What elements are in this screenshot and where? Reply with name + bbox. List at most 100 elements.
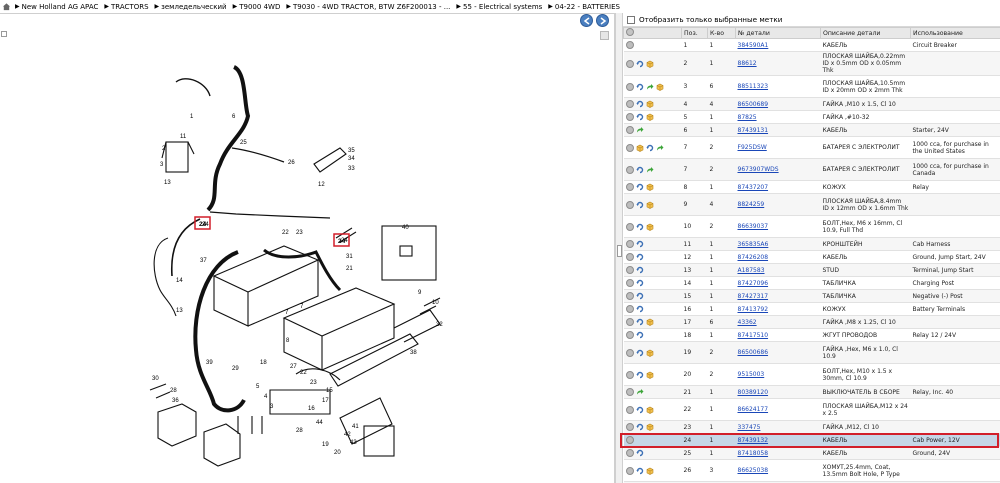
table-row[interactable]: 21 1 80389120 ВЫКЛЮЧАТЕЛЬ В СБОРЕ Relay, Inc… — [623, 385, 1000, 399]
select-part-icon[interactable] — [625, 41, 634, 49]
select-part-icon[interactable] — [625, 331, 634, 339]
part-number-link[interactable]: 80389120 — [738, 389, 769, 396]
table-row[interactable]: 22 1 86624177 ПЛОСКАЯ ШАЙБА,M12 x 24 x 2.5 — [623, 398, 1000, 421]
next-page-button[interactable] — [596, 14, 609, 27]
package-icon[interactable] — [646, 318, 654, 326]
diagram-callout-label[interactable]: 35 — [348, 148, 355, 154]
replacement-arrow-icon[interactable] — [636, 166, 644, 174]
diagram-scroll-button[interactable] — [600, 31, 609, 40]
breadcrumb-item[interactable]: ▶ TRACTORS — [104, 3, 148, 11]
select-part-icon[interactable] — [625, 59, 634, 68]
part-number-link[interactable]: 86500689 — [738, 101, 769, 108]
diagram-callout-label[interactable]: 41 — [352, 424, 359, 430]
table-row[interactable]: 11 1 365835A6 КРОНШТЕЙН Cab Harness — [623, 237, 1000, 251]
package-icon[interactable] — [646, 113, 654, 121]
package-icon[interactable] — [646, 223, 654, 231]
select-part-icon[interactable] — [625, 82, 634, 91]
select-part-icon[interactable] — [625, 240, 634, 248]
header-usage[interactable]: Использование — [910, 27, 1000, 39]
replacement-arrow-icon[interactable] — [636, 60, 644, 68]
select-part-icon[interactable] — [625, 348, 634, 357]
replacement-arrow-icon[interactable] — [636, 292, 644, 300]
package-icon[interactable] — [646, 349, 654, 357]
part-number-link[interactable]: 337475 — [738, 424, 761, 431]
alternative-arrow-icon[interactable] — [656, 144, 664, 152]
select-part-icon[interactable] — [625, 292, 634, 300]
diagram-callout-label[interactable]: 30 — [152, 376, 159, 382]
table-row[interactable]: 26 3 86625038 ХОМУТ,25.4mm, Coat, 13.5mm Bo… — [623, 459, 1000, 482]
table-row[interactable]: 14 1 87427096 ТАБЛИЧКА Charging Post — [623, 276, 1000, 290]
diagram-callout-label[interactable]: 27 — [290, 364, 297, 370]
part-number-link[interactable]: 87439132 — [738, 437, 769, 444]
replacement-arrow-icon[interactable] — [636, 406, 644, 414]
replacement-arrow-icon[interactable] — [636, 423, 644, 431]
table-row[interactable]: 4 4 86500689 ГАЙКА ,M10 x 1.5, Cl 10 — [623, 97, 1000, 111]
diagram-callout-label[interactable]: 14 — [176, 278, 183, 284]
replacement-arrow-icon[interactable] — [636, 349, 644, 357]
replacement-arrow-icon[interactable] — [636, 113, 644, 121]
table-row[interactable]: 23 1 337475 ГАЙКА ,M12, Cl 10 — [623, 420, 1000, 434]
package-icon[interactable] — [646, 467, 654, 475]
diagram-callout-label[interactable]: 31 — [346, 254, 353, 260]
table-row[interactable]: 2 1 88612 ПЛОСКАЯ ШАЙБА,0.22mm ID x 0.5mm O… — [623, 51, 1000, 76]
diagram-callout-label[interactable]: 7 — [285, 310, 289, 316]
breadcrumb-item[interactable]: ▶ T9000 4WD — [233, 3, 281, 11]
table-row[interactable]: 5 1 87825 ГАЙКА ,#10-32 — [623, 110, 1000, 124]
select-part-icon[interactable] — [625, 183, 634, 191]
table-row[interactable]: 8 1 87437207 КОЖУХ Relay — [623, 180, 1000, 194]
package-icon[interactable] — [646, 201, 654, 209]
diagram-callout-label[interactable]: 3 — [160, 162, 164, 168]
replacement-arrow-icon[interactable] — [636, 201, 644, 209]
diagram-callout-label[interactable]: 23 — [296, 230, 303, 236]
diagram-callout-label[interactable]: 6 — [232, 114, 236, 120]
table-row[interactable]: 13 1 A187583 STUD Terminal, Jump Start — [623, 263, 1000, 277]
diagram-callout-label[interactable]: 39 — [206, 360, 213, 366]
select-part-icon[interactable] — [625, 165, 634, 174]
table-row[interactable]: 20 2 9515003 БОЛТ,Hex, M10 x 1.5 x 30mm, Cl… — [623, 363, 1000, 386]
part-number-link[interactable]: 87413792 — [738, 306, 769, 313]
select-all-icon[interactable] — [626, 28, 634, 36]
diagram-callout-label[interactable]: 11 — [180, 134, 187, 140]
replacement-arrow-icon[interactable] — [636, 331, 644, 339]
part-number-link[interactable]: 86500686 — [738, 349, 769, 356]
part-number-link[interactable]: 8824259 — [738, 201, 765, 208]
diagram-callout-label[interactable]: 40 — [402, 225, 409, 231]
replacement-arrow-icon[interactable] — [636, 100, 644, 108]
part-number-link[interactable]: 87426208 — [738, 254, 769, 261]
alternative-arrow-icon[interactable] — [636, 388, 644, 396]
diagram-callout-label[interactable]: 7 — [300, 304, 304, 310]
table-row[interactable]: 7 2 9673907WDS БАТАРЕЯ С ЭЛЕКТРОЛИТ 1000 cca… — [623, 158, 1000, 181]
diagram-callout-label[interactable]: 32 — [436, 322, 443, 328]
diagram-callout-label[interactable]: 33 — [348, 166, 355, 172]
table-row[interactable]: 12 1 87426208 КАБЕЛЬ Ground, Jump Start, 24V — [623, 250, 1000, 264]
diagram-callout-label[interactable]: 29 — [232, 366, 239, 372]
table-row[interactable]: 25 1 87418058 КАБЕЛЬ Ground, 24V — [623, 446, 1000, 460]
diagram-callout-label[interactable]: 23 — [310, 380, 317, 386]
diagram-callout-label[interactable]: 2 — [162, 146, 166, 152]
select-part-icon[interactable] — [625, 436, 634, 444]
diagram-callout-label[interactable]: 44 — [316, 420, 323, 426]
breadcrumb-item[interactable]: ▶ земледельческий — [155, 3, 227, 11]
part-number-link[interactable]: A187583 — [738, 267, 765, 274]
parts-diagram[interactable]: 1 611252635343313 122422 232421314037131478… — [0, 14, 615, 483]
table-row[interactable]: 18 1 87417510 ЖГУТ ПРОВОДОВ Relay 12 / 24V — [623, 328, 1000, 342]
replacement-arrow-icon[interactable] — [636, 467, 644, 475]
header-part-number[interactable]: № детали — [735, 27, 821, 39]
header-qty[interactable]: К-во — [707, 27, 736, 39]
part-number-link[interactable]: 87417510 — [738, 332, 769, 339]
replacement-arrow-icon[interactable] — [636, 223, 644, 231]
part-number-link[interactable]: 86624177 — [738, 406, 769, 413]
home-icon[interactable] — [2, 2, 11, 11]
diagram-callout-label[interactable]: 21 — [346, 266, 353, 272]
part-number-link[interactable]: 365835A6 — [738, 241, 769, 248]
select-part-icon[interactable] — [625, 318, 634, 326]
select-part-icon[interactable] — [625, 449, 634, 457]
alternative-arrow-icon[interactable] — [646, 83, 654, 91]
diagram-callout-label[interactable]: 19 — [322, 442, 329, 448]
previous-page-button[interactable] — [580, 14, 593, 27]
table-row[interactable]: 7 2 F925DSW БАТАРЕЯ С ЭЛЕКТРОЛИТ 1000 cca, f… — [623, 136, 1000, 159]
diagram-callout-label[interactable]: 37 — [200, 258, 207, 264]
table-row[interactable]: 16 1 87413792 КОЖУХ Battery Terminals — [623, 302, 1000, 316]
part-number-link[interactable]: 87418058 — [738, 450, 769, 457]
diagram-callout-label[interactable]: 15 — [326, 388, 333, 394]
